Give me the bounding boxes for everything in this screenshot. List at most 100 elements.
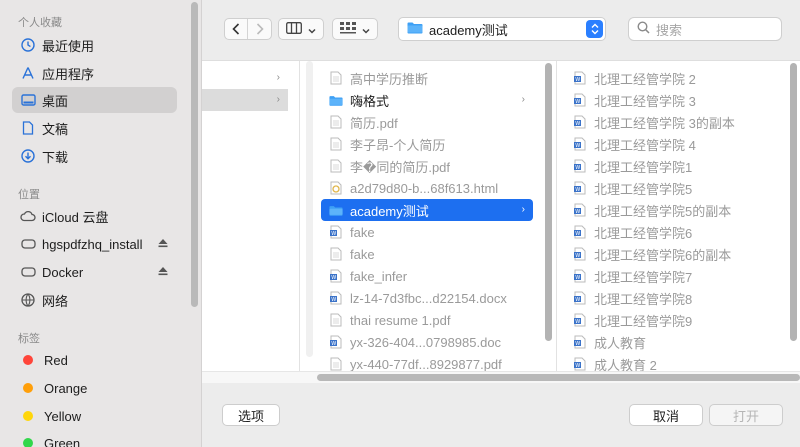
column-1-row[interactable]: › bbox=[202, 67, 288, 89]
list-item[interactable]: Wfake bbox=[321, 221, 533, 243]
list-item-label: 嗨格式 bbox=[350, 93, 390, 109]
sidebar-item-hgspdfzhq[interactable]: hgspdfzhq_install bbox=[12, 231, 177, 257]
list-item[interactable]: W 北理工经管学院8 bbox=[563, 287, 783, 309]
word-doc-icon: W bbox=[573, 158, 587, 174]
sidebar-item-docker[interactable]: Docker bbox=[12, 259, 177, 285]
word-doc-icon: W bbox=[573, 268, 587, 284]
list-item-label: 李子昂-个人简历 bbox=[350, 137, 446, 153]
list-item-selected[interactable]: academy测试 › bbox=[321, 199, 533, 221]
sidebar-item-recents[interactable]: 最近使用 bbox=[12, 32, 177, 58]
svg-text:W: W bbox=[575, 363, 580, 369]
list-item[interactable]: W 北理工经管学院 2 bbox=[563, 67, 783, 89]
sidebar-scrollbar[interactable] bbox=[191, 2, 198, 307]
svg-text:W: W bbox=[331, 297, 336, 303]
path-dropdown[interactable]: academy测试 bbox=[398, 17, 606, 41]
list-item[interactable]: 简历.pdf bbox=[321, 111, 533, 133]
list-item[interactable]: W 北理工经管学院1 bbox=[563, 155, 783, 177]
list-item[interactable]: yx-440-77df...8929877.pdf bbox=[321, 353, 533, 371]
list-item[interactable]: W 北理工经管学院5的副本 bbox=[563, 199, 783, 221]
forward-icon[interactable] bbox=[248, 19, 271, 39]
word-doc-icon: W bbox=[573, 334, 587, 350]
drive-icon bbox=[20, 236, 36, 252]
list-item-label: fake bbox=[350, 224, 375, 240]
list-item[interactable]: fake bbox=[321, 243, 533, 265]
svg-text:W: W bbox=[575, 341, 580, 347]
list-item[interactable]: Wfake_infer bbox=[321, 265, 533, 287]
sidebar-tag-red[interactable]: Red bbox=[12, 347, 177, 373]
favorites-header: 个人收藏 bbox=[18, 17, 62, 29]
list-item[interactable]: W 北理工经管学院 4 bbox=[563, 133, 783, 155]
column-1-scroll-track bbox=[306, 61, 313, 357]
list-item-label: 北理工经管学院6 bbox=[594, 225, 693, 241]
list-item[interactable]: W 北理工经管学院6的副本 bbox=[563, 243, 783, 265]
column-1-row-selected[interactable]: › bbox=[202, 89, 288, 111]
column-3-scrollbar[interactable] bbox=[790, 63, 797, 341]
word-doc-icon: W bbox=[573, 246, 587, 262]
column-2-scrollbar[interactable] bbox=[545, 63, 552, 341]
sidebar-item-icloud[interactable]: iCloud 云盘 bbox=[12, 203, 177, 229]
document-icon bbox=[329, 312, 343, 328]
list-item-label: 北理工经管学院7 bbox=[594, 269, 693, 285]
list-item-label: 北理工经管学院5的副本 bbox=[594, 203, 732, 219]
list-item-label: 北理工经管学院9 bbox=[594, 313, 693, 329]
options-button[interactable]: 选项 bbox=[222, 404, 280, 426]
list-item[interactable]: W 北理工经管学院 3 bbox=[563, 89, 783, 111]
svg-text:W: W bbox=[575, 209, 580, 215]
sidebar-item-desktop[interactable]: 桌面 bbox=[12, 87, 177, 113]
cancel-button[interactable]: 取消 bbox=[629, 404, 703, 426]
group-button[interactable] bbox=[332, 18, 378, 40]
sidebar-item-applications[interactable]: 应用程序 bbox=[12, 60, 177, 86]
list-item-label: 北理工经管学院1 bbox=[594, 159, 693, 175]
tag-dot-icon bbox=[23, 355, 33, 365]
sidebar-tag-yellow[interactable]: Yellow bbox=[12, 403, 177, 429]
svg-text:W: W bbox=[575, 297, 580, 303]
list-item[interactable]: W 北理工经管学院 3的副本 bbox=[563, 111, 783, 133]
download-icon bbox=[20, 148, 36, 164]
sidebar-tag-orange[interactable]: Orange bbox=[12, 375, 177, 401]
list-item-label: yx-440-77df...8929877.pdf bbox=[350, 356, 502, 372]
word-doc-icon: W bbox=[573, 224, 587, 240]
list-item[interactable]: W 北理工经管学院7 bbox=[563, 265, 783, 287]
folder-icon bbox=[407, 21, 423, 37]
chevron-right-icon: › bbox=[276, 94, 280, 105]
list-item[interactable]: thai resume 1.pdf bbox=[321, 309, 533, 331]
eject-icon[interactable] bbox=[157, 265, 169, 277]
view-mode-button[interactable] bbox=[278, 18, 324, 40]
sidebar-item-downloads[interactable]: 下载 bbox=[12, 143, 177, 169]
applications-icon bbox=[20, 65, 36, 81]
sidebar-item-documents[interactable]: 文稿 bbox=[12, 115, 177, 141]
chevron-right-icon: › bbox=[276, 72, 280, 83]
word-doc-icon: W bbox=[573, 290, 587, 306]
sidebar-item-label: Docker bbox=[42, 264, 84, 280]
sidebar-item-label: 应用程序 bbox=[42, 66, 95, 82]
list-item[interactable]: 嗨格式 › bbox=[321, 89, 533, 111]
eject-icon[interactable] bbox=[157, 237, 169, 249]
list-item[interactable]: W 成人教育 bbox=[563, 331, 783, 353]
word-doc-icon: W bbox=[573, 70, 587, 86]
word-doc-icon: W bbox=[573, 114, 587, 130]
document-icon bbox=[20, 120, 36, 136]
search-input[interactable]: 搜索 bbox=[628, 17, 782, 41]
list-item-label: 北理工经管学院6的副本 bbox=[594, 247, 732, 263]
horizontal-scrollbar[interactable] bbox=[317, 374, 800, 381]
list-item[interactable]: 李子昂-个人简历 bbox=[321, 133, 533, 155]
column-2: 高中学历推断 嗨格式 › 简历.pdf 李子昂-个人简历李�同的简历.pdf a2d79d… bbox=[317, 61, 543, 371]
column-divider bbox=[556, 61, 557, 371]
list-item[interactable]: W 北理工经管学院6 bbox=[563, 221, 783, 243]
sidebar-tag-green[interactable]: Green bbox=[12, 430, 177, 447]
list-item[interactable]: W 北理工经管学院9 bbox=[563, 309, 783, 331]
list-item[interactable]: a2d79d80-b...68f613.html bbox=[321, 177, 533, 199]
column-divider bbox=[299, 61, 300, 371]
open-button[interactable]: 打开 bbox=[709, 404, 783, 426]
list-item[interactable]: Wyx-326-404...0798985.doc bbox=[321, 331, 533, 353]
word-doc-icon: W bbox=[329, 224, 343, 240]
back-icon[interactable] bbox=[225, 19, 249, 39]
list-item[interactable]: 李�同的简历.pdf bbox=[321, 155, 533, 177]
sidebar-item-network[interactable]: 网络 bbox=[12, 287, 177, 313]
list-item[interactable]: W 北理工经管学院5 bbox=[563, 177, 783, 199]
list-item[interactable]: W 成人教育 2 bbox=[563, 353, 783, 371]
list-item[interactable]: Wlz-14-7d3fbc...d22154.docx bbox=[321, 287, 533, 309]
toolbar: academy测试 搜索 bbox=[202, 0, 800, 60]
list-item[interactable]: 高中学历推断 bbox=[321, 67, 533, 89]
column-3: W 北理工经管学院 2 W 北理工经管学院 3 W 北理工经管学院 3的副本 W 北理工经管学… bbox=[559, 61, 787, 371]
